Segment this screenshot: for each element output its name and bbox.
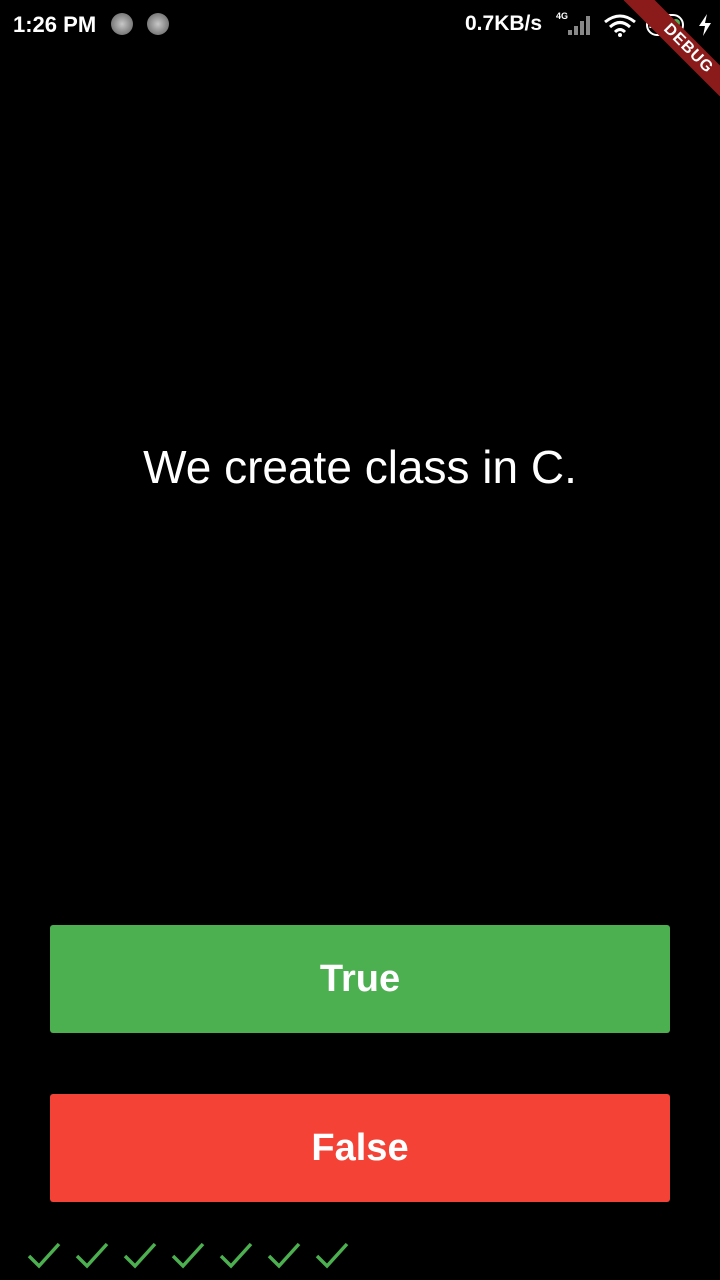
wifi-icon: [603, 14, 637, 38]
network-type-label: 4G: [556, 11, 569, 21]
check-icon: [219, 1242, 253, 1269]
check-icon: [75, 1242, 109, 1269]
false-button[interactable]: False: [50, 1094, 670, 1202]
check-icon: [27, 1242, 61, 1269]
battery-level: 24: [649, 15, 665, 31]
check-icon: [315, 1242, 349, 1269]
check-icon: [267, 1242, 301, 1269]
notification-icon: [111, 13, 133, 35]
charging-icon: [698, 14, 712, 36]
signal-icon: 4G: [554, 11, 594, 36]
check-icon: [123, 1242, 157, 1269]
notification-icon: [147, 13, 169, 35]
true-button[interactable]: True: [50, 925, 670, 1033]
battery-icon: 24: [646, 14, 690, 36]
check-icon: [171, 1242, 205, 1269]
status-time: 1:26 PM: [13, 12, 97, 37]
score-keeper: [26, 1240, 350, 1274]
question-text: We create class in C.: [143, 441, 577, 493]
status-bar: 1:26 PM 0.7KB/s 4G 24: [0, 0, 720, 52]
network-speed: 0.7KB/s: [465, 12, 543, 35]
